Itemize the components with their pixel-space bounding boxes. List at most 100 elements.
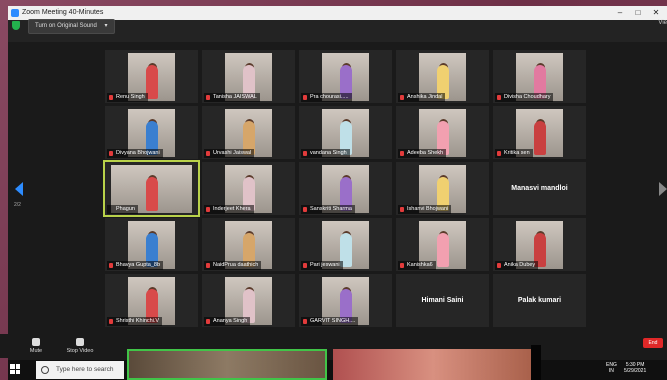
foreground-video-preview-2 — [333, 349, 533, 380]
window-title: Zoom Meeting 40-Minutes — [22, 9, 104, 16]
participant-name: Shristhi Khinchi.V — [116, 318, 160, 324]
participant-tile[interactable]: Himani Saini — [396, 274, 489, 327]
end-meeting-button[interactable]: End — [643, 338, 663, 348]
security-shield-icon[interactable] — [12, 21, 20, 30]
taskbar-search-box[interactable]: Type here to search — [36, 361, 124, 379]
participant-tile[interactable]: Phagun — [103, 160, 200, 217]
mic-muted-icon — [400, 151, 404, 156]
participant-name: Bhavya Gupta_8b — [116, 262, 161, 268]
participant-tile[interactable]: vandana Singh — [299, 106, 392, 159]
participant-name: Anshika Jindal — [407, 94, 443, 100]
microphone-icon — [32, 338, 40, 346]
original-sound-button[interactable]: Turn on Original Sound ▾ — [28, 19, 115, 34]
participant-name-label: Anika Dubey — [495, 261, 539, 270]
title-bar: Zoom Meeting 40-Minutes – □ ✕ — [8, 6, 667, 20]
participant-tile[interactable]: Ishanvi Bhojwani — [396, 162, 489, 215]
participant-tile[interactable]: GARVIT SINGH.... — [299, 274, 392, 327]
participant-name-label: Renu Singh — [107, 93, 148, 102]
participant-tile[interactable]: Divisha Choudhary — [493, 50, 586, 103]
participant-tile[interactable]: Urvashi Jaiswal — [202, 106, 295, 159]
participant-tile[interactable]: Anika Dubey — [493, 218, 586, 271]
participant-tile[interactable]: Bhavya Gupta_8b — [105, 218, 198, 271]
mute-button[interactable]: Mute — [16, 338, 56, 354]
mic-muted-icon — [497, 263, 501, 268]
taskbar-search-text: Type here to search — [56, 366, 114, 373]
participant-tile[interactable]: Divyana Bhojwani — [105, 106, 198, 159]
participant-name: Pra chourasi..... — [310, 94, 349, 100]
participant-tile[interactable]: Sanskriti Sharma — [299, 162, 392, 215]
person-silhouette — [145, 177, 158, 211]
windows-start-icon[interactable] — [10, 364, 20, 374]
mic-muted-icon — [303, 151, 307, 156]
stop-video-button[interactable]: Stop Video — [60, 338, 100, 354]
participant-name: Kritika sen — [504, 150, 530, 156]
mic-muted-icon — [109, 151, 113, 156]
mic-muted-icon — [400, 263, 404, 268]
view-button[interactable]: Vie — [658, 20, 667, 26]
mic-muted-icon — [206, 95, 210, 100]
participant-name-label: Inderjeet Khera — [204, 205, 254, 214]
mic-muted-icon — [303, 263, 307, 268]
participant-name-label: Kanishka6 — [398, 261, 436, 270]
participant-tile[interactable]: Adeeba Shekh — [396, 106, 489, 159]
participant-tile[interactable]: Manasvi mandloi — [493, 162, 586, 215]
participant-tile[interactable]: Palak kumari — [493, 274, 586, 327]
participant-name: Adeeba Shekh — [407, 150, 444, 156]
participant-tile[interactable]: NaidPrua daathich — [202, 218, 295, 271]
foreground-video-preview-1 — [127, 349, 327, 380]
maximize-button[interactable]: □ — [629, 6, 647, 20]
clock[interactable]: 5:30 PM 5/29/2021 — [624, 362, 646, 374]
mic-muted-icon — [497, 151, 501, 156]
participant-name: Renu Singh — [116, 94, 145, 100]
participant-tile[interactable]: Inderjeet Khera — [202, 162, 295, 215]
participant-name: GARVIT SINGH.... — [310, 318, 356, 324]
participant-tile[interactable]: Tanisha JAISWAL — [202, 50, 295, 103]
participant-tile[interactable]: Pra chourasi..... — [299, 50, 392, 103]
next-page-icon[interactable] — [659, 182, 667, 196]
participant-name: Divyana Bhojwani — [116, 150, 160, 156]
participant-name-label: Divisha Choudhary — [495, 93, 554, 102]
previous-page-icon[interactable] — [15, 182, 23, 196]
participant-name-label: Ananya Singh — [204, 317, 251, 326]
mute-label: Mute — [29, 348, 43, 354]
zoom-logo-icon — [11, 9, 19, 17]
participant-tile[interactable]: Anshika Jindal — [396, 50, 489, 103]
participant-tile[interactable]: Shristhi Khinchi.V — [105, 274, 198, 327]
participant-name: Kanishka6 — [407, 262, 433, 268]
minimize-button[interactable]: – — [611, 6, 629, 20]
participant-tile[interactable]: Kanishka6 — [396, 218, 489, 271]
mic-muted-icon — [303, 95, 307, 100]
camera-icon — [76, 338, 84, 346]
participant-name-label: Adeeba Shekh — [398, 149, 447, 158]
participant-name: Anika Dubey — [504, 262, 536, 268]
participant-name-label: Ishanvi Bhojwani — [398, 205, 452, 214]
mic-muted-icon — [206, 263, 210, 268]
participant-name: Phagun — [116, 206, 135, 212]
participant-name-label: Urvashi Jaiswal — [204, 149, 255, 158]
participant-name-label: Tanisha JAISWAL — [204, 93, 260, 102]
search-icon — [41, 366, 49, 374]
mic-muted-icon — [206, 319, 210, 324]
participant-name-label: Pra chourasi..... — [301, 93, 352, 102]
participant-tile[interactable]: Pari jeswani — [299, 218, 392, 271]
participant-name: NaidPrua daathich — [213, 262, 259, 268]
foreground-dark-strip — [531, 345, 541, 380]
participant-name-label: Shristhi Khinchi.V — [107, 317, 163, 326]
person-silhouette — [436, 233, 449, 267]
participant-name-label: vandana Singh — [301, 149, 350, 158]
page-indicator: 2/2 — [14, 202, 21, 208]
participant-tile[interactable]: Kritika sen — [493, 106, 586, 159]
language-indicator[interactable]: ENG IN — [606, 362, 617, 374]
mic-muted-icon — [303, 207, 307, 212]
participant-name: Urvashi Jaiswal — [213, 150, 252, 156]
participant-tile[interactable]: Renu Singh — [105, 50, 198, 103]
participant-tile[interactable]: Ananya Singh — [202, 274, 295, 327]
participant-name: Divisha Choudhary — [504, 94, 551, 100]
close-button[interactable]: ✕ — [647, 6, 665, 20]
participant-name-label: Phagun — [107, 205, 138, 214]
participant-name-label: Anshika Jindal — [398, 93, 446, 102]
stop-video-label: Stop Video — [66, 348, 94, 354]
person-silhouette — [533, 121, 546, 155]
mic-muted-icon — [206, 207, 210, 212]
participant-name: Inderjeet Khera — [213, 206, 251, 212]
